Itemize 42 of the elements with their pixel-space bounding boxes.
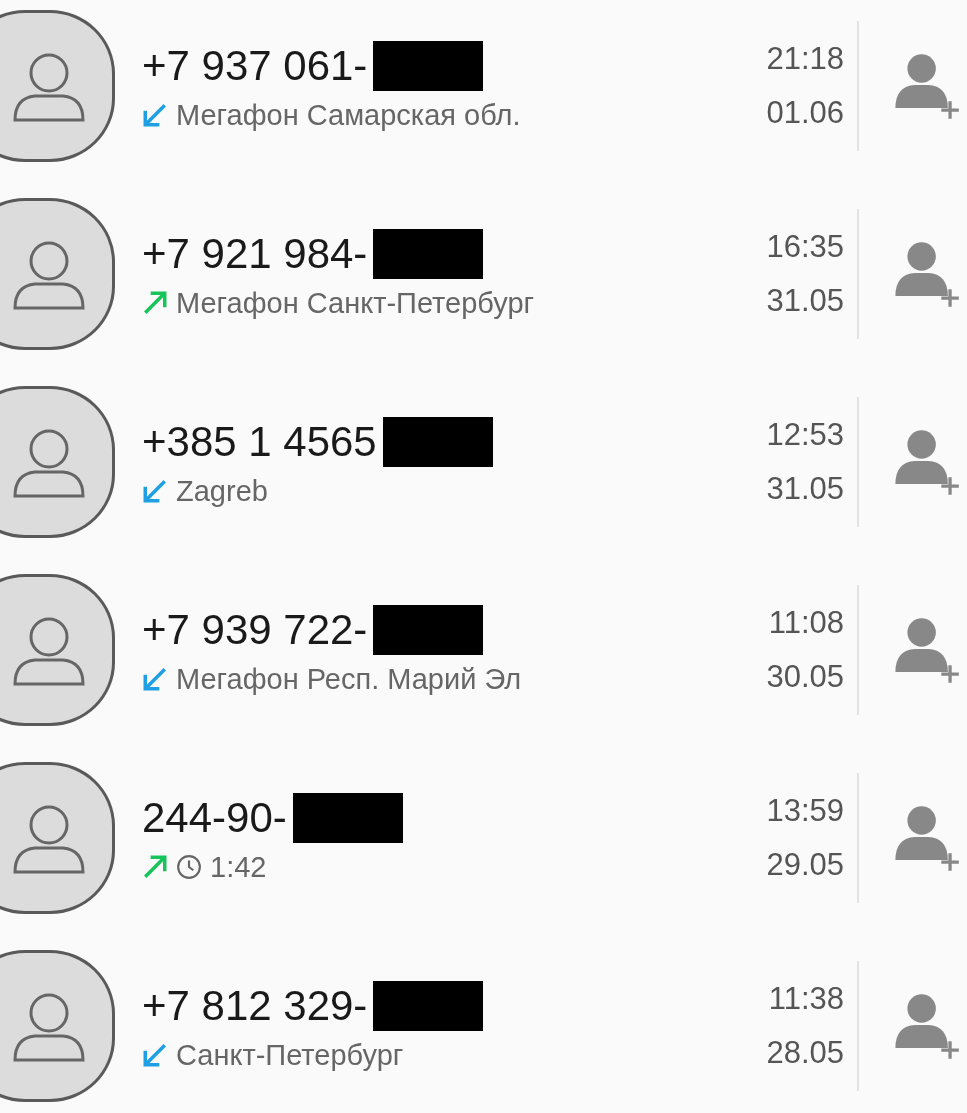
- add-contact-button[interactable]: [893, 239, 959, 309]
- add-contact-icon: [893, 51, 959, 121]
- add-contact-button[interactable]: [893, 615, 959, 685]
- contact-avatar[interactable]: [0, 762, 115, 914]
- add-contact-icon: [893, 615, 959, 685]
- call-time: 16:35: [766, 229, 844, 265]
- contact-avatar[interactable]: [0, 198, 115, 350]
- add-contact-icon: [893, 427, 959, 497]
- call-date: 31.05: [766, 283, 844, 319]
- call-detail: Санкт-Петербург: [176, 1038, 404, 1072]
- phone-number: 244-90-: [142, 792, 287, 843]
- contact-avatar[interactable]: [0, 386, 115, 538]
- contact-avatar[interactable]: [0, 10, 115, 162]
- call-detail: Мегафон Респ. Марий Эл: [176, 662, 522, 696]
- call-time: 11:08: [768, 605, 844, 641]
- call-time: 11:38: [768, 981, 844, 1017]
- phone-number: +7 939 722-: [142, 604, 368, 655]
- phone-number: +385 1 4565: [142, 416, 377, 467]
- add-contact-icon: [893, 991, 959, 1061]
- call-time: 21:18: [766, 41, 844, 77]
- call-date: 29.05: [766, 847, 844, 883]
- call-date: 31.05: [766, 471, 844, 507]
- add-contact-button[interactable]: [893, 803, 959, 873]
- add-contact-icon: [893, 239, 959, 309]
- call-detail: Мегафон Санкт-Петербург: [176, 286, 535, 320]
- add-contact-icon: [893, 803, 959, 873]
- phone-number: +7 812 329-: [142, 980, 368, 1031]
- phone-number: +7 937 061-: [142, 40, 368, 91]
- contact-avatar[interactable]: [0, 574, 115, 726]
- call-detail: Мегафон Самарская обл.: [176, 98, 521, 132]
- call-date: 01.06: [766, 95, 844, 131]
- add-contact-button[interactable]: [893, 427, 959, 497]
- add-contact-button[interactable]: [893, 51, 959, 121]
- call-date: 28.05: [766, 1035, 844, 1071]
- call-time: 12:53: [766, 417, 844, 453]
- call-detail: Zagreb: [176, 474, 268, 508]
- phone-number: +7 921 984-: [142, 228, 368, 279]
- call-date: 30.05: [766, 659, 844, 695]
- call-time: 13:59: [766, 793, 844, 829]
- call-detail: 1:42: [210, 850, 267, 884]
- contact-avatar[interactable]: [0, 950, 115, 1102]
- add-contact-button[interactable]: [893, 991, 959, 1061]
